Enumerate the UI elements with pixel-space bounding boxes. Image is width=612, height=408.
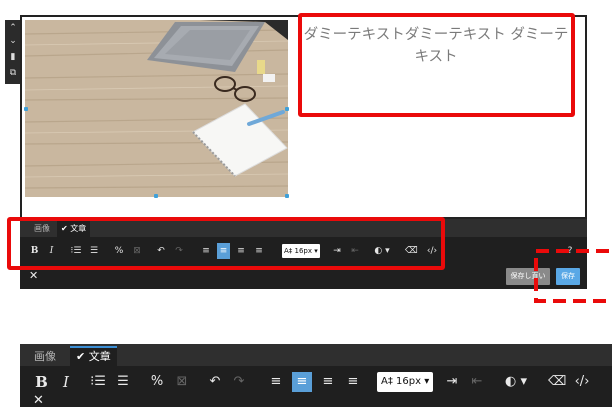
trash-icon[interactable]: ▮ <box>8 52 18 62</box>
zoomed-tab-bar: 画像 ✔ 文章 <box>20 344 612 368</box>
unordered-list-button[interactable]: ☰ <box>115 372 131 392</box>
redo-button[interactable]: ↷ <box>232 372 246 392</box>
annotation-box-save <box>534 249 612 303</box>
text-color-button[interactable]: ◐ ▾ <box>503 372 529 392</box>
annotation-box-toolbar <box>7 217 445 270</box>
block-tool-strip: ⌃ ⌄ ▮ ⧉ <box>5 20 21 84</box>
desk-photo[interactable] <box>25 20 288 197</box>
bold-button[interactable]: B <box>35 372 48 392</box>
resize-handle[interactable] <box>285 194 289 198</box>
zoomed-formatting-toolbar: B I ⁝☰ ☰ % ⊠ ↶ ↷ ≡ ≡ ≡ ≡ A‡ 16px ▾ ⇥ ⇤ ◐… <box>20 366 612 396</box>
resize-handle[interactable] <box>154 194 158 198</box>
link-button[interactable]: % <box>150 372 164 392</box>
annotation-box-text <box>298 13 575 117</box>
outdent-button[interactable]: ⇤ <box>470 372 484 392</box>
close-icon[interactable]: ✕ <box>33 394 44 407</box>
indent-button[interactable]: ⇥ <box>445 372 459 392</box>
desk-photo-graphic <box>25 20 288 197</box>
chevron-down-icon[interactable]: ⌄ <box>8 36 18 46</box>
align-justify-button[interactable]: ≡ <box>345 372 361 392</box>
unlink-button[interactable]: ⊠ <box>175 372 189 392</box>
source-code-button[interactable]: ‹/› <box>572 372 592 392</box>
align-center-button[interactable]: ≡ <box>292 372 312 392</box>
resize-handle[interactable] <box>24 107 28 111</box>
undo-button[interactable]: ↶ <box>208 372 222 392</box>
tab-text[interactable]: ✔ 文章 <box>70 346 117 368</box>
tab-image[interactable]: 画像 <box>28 348 62 366</box>
zoomed-action-bar: ✕ <box>20 394 612 407</box>
eraser-button[interactable]: ⌫ <box>548 372 566 392</box>
copy-icon[interactable]: ⧉ <box>8 68 18 78</box>
italic-button[interactable]: I <box>60 372 72 392</box>
resize-handle[interactable] <box>285 107 289 111</box>
font-size-select[interactable]: A‡ 16px ▾ <box>377 372 434 392</box>
ordered-list-button[interactable]: ⁝☰ <box>90 372 106 392</box>
close-icon[interactable]: ✕ <box>29 269 38 283</box>
align-right-button[interactable]: ≡ <box>320 372 336 392</box>
chevron-up-icon[interactable]: ⌃ <box>8 23 18 33</box>
align-left-button[interactable]: ≡ <box>268 372 284 392</box>
